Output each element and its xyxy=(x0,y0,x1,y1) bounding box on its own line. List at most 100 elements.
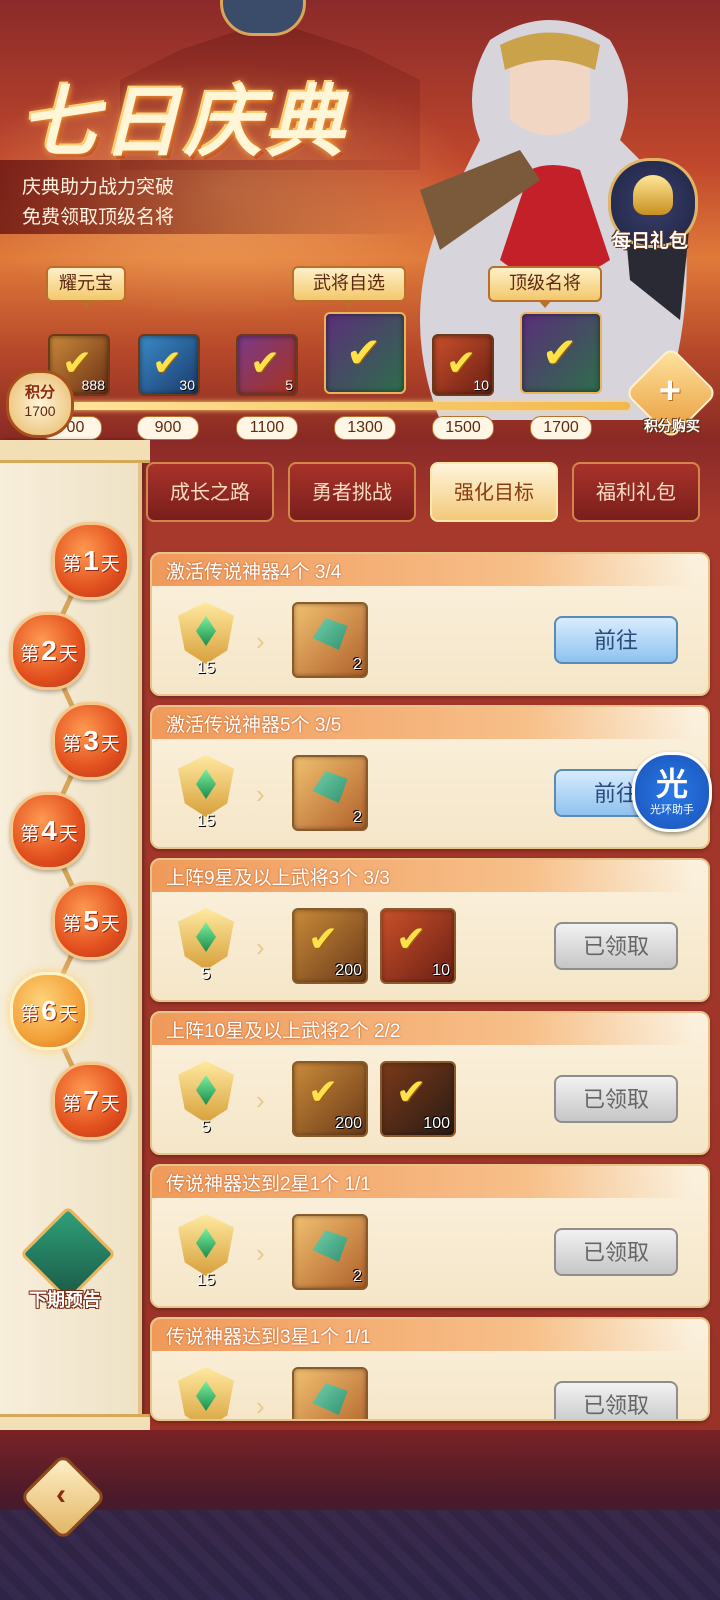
task-header: 上阵10星及以上武将2个 2/2 xyxy=(152,1013,692,1045)
points-progress-bar xyxy=(60,402,630,410)
task-card: 激活传说神器4个 3/4 15 › 2 前往 xyxy=(150,552,710,696)
task-header: 传说神器达到2星1个 1/1 xyxy=(152,1166,692,1198)
event-banner: 七日庆典 庆典助力战力突破 免费领取顶级名将 每日礼包 耀元宝 武将自选 顶级名… xyxy=(0,0,720,470)
emblem-reward[interactable]: 15 xyxy=(168,598,248,678)
reward-item[interactable]: 2 xyxy=(292,602,368,678)
reward-count: 200 xyxy=(335,1115,362,1132)
tab-upgrade-goals[interactable]: 强化目标 xyxy=(430,462,558,522)
reward-count: 10 xyxy=(432,962,450,979)
footer-pattern xyxy=(0,1510,720,1600)
tab-growth-path[interactable]: 成长之路 xyxy=(146,462,274,522)
emblem-reward[interactable]: 15 xyxy=(168,751,248,831)
task-title: 上阵10星及以上武将2个 2/2 xyxy=(166,1021,401,1042)
emblem-reward[interactable]: 5 xyxy=(168,904,248,984)
claimed-button[interactable]: 已领取 xyxy=(554,1381,678,1419)
reward-item[interactable]: 2 xyxy=(292,1214,368,1290)
subtitle-line-2: 免费领取顶级名将 xyxy=(22,207,175,228)
subtitle-box: 庆典助力战力突破 免费领取顶级名将 xyxy=(0,160,420,234)
emblem-count: 15 xyxy=(196,811,216,830)
emblem-reward[interactable]: 5 xyxy=(168,1057,248,1137)
check-icon: ✔ xyxy=(396,1071,427,1112)
day-2-button[interactable]: 第2 天 xyxy=(10,612,88,690)
reward-count: 2 xyxy=(353,656,362,673)
assistant-float-button[interactable]: 光 光环助手 xyxy=(632,752,712,832)
buy-points-label: 积分购买 xyxy=(644,418,700,434)
points-badge: 积分 1700 xyxy=(6,370,74,438)
day-1-button[interactable]: 第1 天 xyxy=(52,522,130,600)
check-icon: ✔ xyxy=(446,342,477,383)
claimed-button[interactable]: 已领取 xyxy=(554,1228,678,1276)
track-reward-qty: 888 xyxy=(81,377,105,393)
tab-welfare-pack[interactable]: 福利礼包 xyxy=(572,462,700,522)
task-header: 传说神器达到3星1个 1/1 xyxy=(152,1319,692,1351)
emblem-reward[interactable]: 15 xyxy=(168,1210,248,1290)
subtitle-line-1: 庆典助力战力突破 xyxy=(22,177,175,198)
scroll-rod-top xyxy=(0,440,150,463)
emblem-count: 5 xyxy=(201,964,211,983)
track-reward-6[interactable]: ✔ xyxy=(520,312,602,394)
task-card: 上阵9星及以上武将3个 3/3 5 › ✔ 200 ✔ 10 已领取 xyxy=(150,858,710,1002)
task-card: 激活传说神器5个 3/5 15 › 2 前往 xyxy=(150,705,710,849)
milestone-label: 900 xyxy=(137,416,199,440)
track-reward-qty: 30 xyxy=(179,377,195,393)
claimed-button[interactable]: 已领取 xyxy=(554,922,678,970)
emblem-reward[interactable] xyxy=(168,1363,248,1419)
track-reward-3[interactable]: ✔ 5 xyxy=(236,334,298,396)
day-7-button[interactable]: 第7 天 xyxy=(52,1062,130,1140)
task-title: 激活传说神器4个 3/4 xyxy=(166,562,342,583)
track-reward-2[interactable]: ✔ 30 xyxy=(138,334,200,396)
claimed-button[interactable]: 已领取 xyxy=(554,1075,678,1123)
footer-bar xyxy=(0,1430,720,1600)
check-icon: ✔ xyxy=(308,918,339,959)
check-icon: ✔ xyxy=(152,342,183,383)
track-reward-5[interactable]: ✔ 10 xyxy=(432,334,494,396)
emblem-count: 5 xyxy=(201,1117,211,1136)
arrow-right-icon: › xyxy=(256,932,265,962)
task-title: 激活传说神器5个 3/5 xyxy=(166,715,342,736)
milestone-label: 1100 xyxy=(236,416,298,440)
next-preview-label: 下期预告 xyxy=(29,1290,101,1310)
check-icon: ✔ xyxy=(346,329,382,376)
milestone-label: 1500 xyxy=(432,416,494,440)
reward-count: 2 xyxy=(353,809,362,826)
points-label: 积分 xyxy=(24,384,55,401)
assistant-label: 光环助手 xyxy=(650,804,694,816)
back-arrow-icon: ‹ xyxy=(56,1478,66,1511)
reward-label-top-hero: 顶级名将 xyxy=(488,266,602,308)
check-icon: ✔ xyxy=(308,1071,339,1112)
task-title: 传说神器达到2星1个 1/1 xyxy=(166,1174,371,1195)
jade-artifact-icon xyxy=(312,1383,348,1415)
jade-artifact-icon xyxy=(312,618,348,650)
reward-item[interactable] xyxy=(292,1367,368,1419)
daily-gift-label: 每日礼包 xyxy=(611,231,688,252)
go-button[interactable]: 前往 xyxy=(554,616,678,664)
reward-item[interactable]: 2 xyxy=(292,755,368,831)
check-icon: ✔ xyxy=(250,342,281,383)
task-title: 上阵9星及以上武将3个 3/3 xyxy=(166,868,390,889)
day-4-button[interactable]: 第4 天 xyxy=(10,792,88,870)
track-reward-4[interactable]: ✔ xyxy=(324,312,406,394)
event-title: 七日庆典 xyxy=(20,77,349,168)
day-5-button[interactable]: 第5 天 xyxy=(52,882,130,960)
reward-item[interactable]: ✔ 10 xyxy=(380,908,456,984)
task-header: 激活传说神器4个 3/4 xyxy=(152,554,692,586)
day-3-button[interactable]: 第3 天 xyxy=(52,702,130,780)
arrow-right-icon: › xyxy=(256,1238,265,1268)
points-value: 1700 xyxy=(24,403,56,419)
arrow-right-icon: › xyxy=(256,626,265,656)
reward-item[interactable]: ✔ 200 xyxy=(292,1061,368,1137)
check-icon: ✔ xyxy=(396,918,427,959)
reward-count: 100 xyxy=(423,1115,450,1132)
reward-item[interactable]: ✔ 200 xyxy=(292,908,368,984)
jade-artifact-icon xyxy=(312,1230,348,1262)
tab-hero-challenge[interactable]: 勇者挑战 xyxy=(288,462,416,522)
track-reward-qty: 10 xyxy=(473,377,489,393)
arrow-right-icon: › xyxy=(256,779,265,809)
reward-item[interactable]: ✔ 100 xyxy=(380,1061,456,1137)
assistant-icon: 光 xyxy=(655,766,688,802)
task-header: 激活传说神器5个 3/5 xyxy=(152,707,692,739)
task-card: 上阵10星及以上武将2个 2/2 5 › ✔ 200 ✔ 100 已领取 xyxy=(150,1011,710,1155)
day-6-button[interactable]: 第6 天 xyxy=(10,972,88,1050)
arrow-right-icon: › xyxy=(256,1085,265,1115)
arrow-right-icon: › xyxy=(256,1391,265,1421)
